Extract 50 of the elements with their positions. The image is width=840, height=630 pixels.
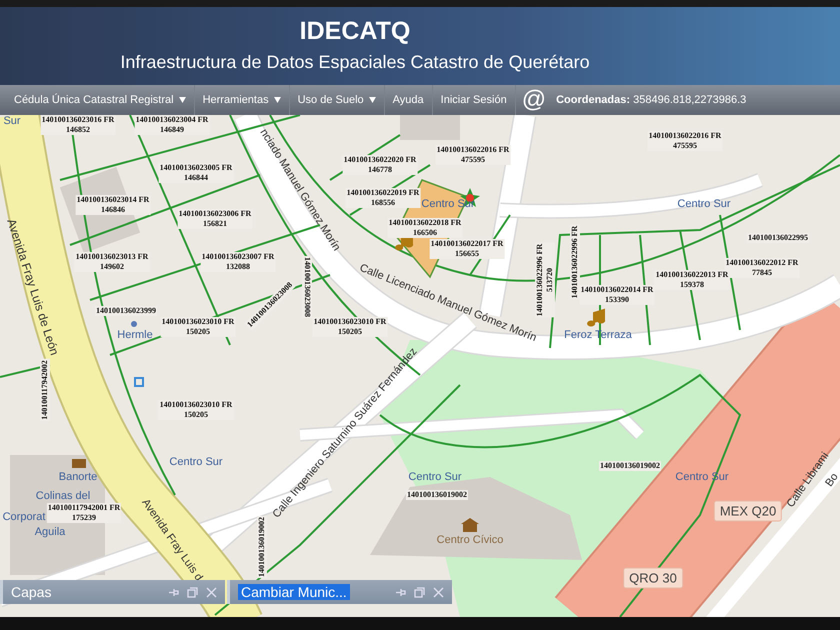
place-label: Aguila bbox=[34, 526, 66, 538]
parcel-label: 140100136022996 FR 513720 bbox=[535, 242, 555, 318]
parcel-label: 140100136023014 FR 146846 bbox=[76, 195, 150, 215]
parcel-label: 140100136022995 bbox=[747, 233, 809, 243]
place-label: Hermle bbox=[117, 329, 153, 341]
parcel-label: 140100136023004 FR 146849 bbox=[134, 115, 210, 135]
coordinates-text: Coordenadas: 358496.818,2273986.3 bbox=[555, 94, 746, 106]
parcel-label: 140100136023008 bbox=[302, 256, 312, 318]
panel-title: Cambiar Munic... bbox=[238, 584, 350, 600]
panel-header[interactable]: Cambiar Munic... bbox=[227, 580, 452, 604]
parcel-label: 140100136023010 FR 150205 bbox=[160, 317, 236, 337]
highway-shield: MEX Q20 bbox=[714, 500, 782, 522]
parcel-label: 140100136023005 FR 146844 bbox=[158, 163, 234, 183]
parcel-label: 140100117942001 FR 175239 bbox=[46, 503, 122, 523]
parcel-label: 140100136019002 bbox=[599, 461, 661, 471]
parcel-label: 140100136022996 FR bbox=[570, 224, 580, 300]
parcel-label: 140100136022016 FR 475595 bbox=[436, 145, 510, 165]
place-label: Colinas del bbox=[36, 490, 90, 502]
parcel-label: 140100136019002 bbox=[406, 490, 468, 500]
parcel-label: 140100117942002 bbox=[40, 359, 50, 421]
place-label: Centro Sur bbox=[421, 198, 475, 210]
place-label: Sur bbox=[3, 115, 21, 127]
email-button[interactable]: @ bbox=[516, 85, 552, 115]
site-subtitle: Infraestructura de Datos Espaciales Catastro de Querétaro bbox=[120, 52, 590, 73]
place-label: Centro Sur bbox=[408, 471, 462, 483]
place-label: Centro Sur bbox=[677, 198, 731, 210]
parcel-label: 140100136023013 FR 149602 bbox=[74, 252, 150, 272]
place-label: Centro Sur bbox=[169, 456, 223, 468]
parcel-label: 140100136023999 bbox=[95, 306, 157, 316]
parcel-label: 140100136023010 FR 150205 bbox=[312, 317, 388, 337]
parcel-label: 140100136023016 FR 146852 bbox=[40, 115, 116, 135]
site-title: IDECATQ bbox=[300, 17, 410, 46]
panel-title: Capas bbox=[11, 584, 52, 600]
highway-shield: QRO 30 bbox=[623, 568, 683, 588]
place-label: Banorte bbox=[58, 471, 98, 483]
parcel-label: 140100136022014 FR 153390 bbox=[580, 285, 654, 305]
parcel-label: 140100136023006 FR 156821 bbox=[178, 209, 252, 229]
parcel-label: 140100136022016 FR 475595 bbox=[648, 131, 722, 151]
place-label: Corporat bbox=[2, 511, 46, 523]
parcel-label: 140100136022019 FR 168556 bbox=[346, 188, 420, 208]
parcel-label: 140100136019002 bbox=[257, 516, 267, 578]
panel-header[interactable]: Capas bbox=[0, 580, 225, 604]
street-label: Avenida Fray Luis de León bbox=[4, 217, 62, 357]
place-label: Centro Cívico bbox=[436, 534, 504, 546]
parcel-label: 140100136022020 FR 146778 bbox=[342, 155, 418, 175]
parcel-label: 140100136023007 FR 132088 bbox=[200, 252, 276, 272]
parcel-label: 140100136022013 FR 159378 bbox=[654, 270, 730, 290]
parcel-label: 140100136022017 FR 156655 bbox=[430, 239, 504, 259]
parcel-label: 140100136022018 FR 166506 bbox=[388, 218, 462, 238]
parcel-label: 140100136023010 FR 150205 bbox=[158, 400, 234, 420]
